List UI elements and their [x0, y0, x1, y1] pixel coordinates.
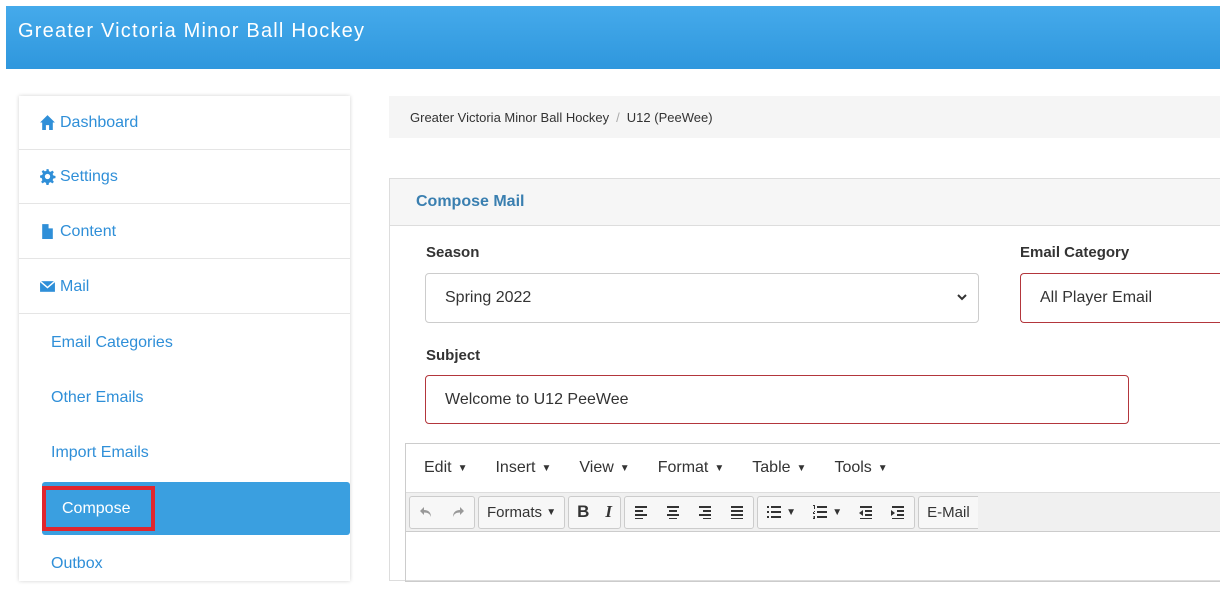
menu-label: Table: [752, 459, 791, 476]
menu-insert[interactable]: Insert ▼: [495, 459, 551, 477]
sidebar-subitem-compose[interactable]: Compose: [42, 482, 350, 535]
caret-down-icon: ▼: [832, 506, 843, 518]
align-justify-button[interactable]: [721, 497, 753, 528]
chevron-down-icon: [957, 294, 967, 301]
numbered-list-icon: [813, 505, 828, 519]
gear-icon: [40, 169, 56, 185]
sidebar-item-label: Content: [60, 222, 117, 240]
app-header: Greater Victoria Minor Ball Hockey: [6, 6, 1220, 69]
sidebar-subitem-import-emails[interactable]: Import Emails: [19, 425, 350, 480]
file-icon: [42, 224, 53, 239]
list-group: ▼ ▼: [757, 495, 916, 529]
align-left-icon: [635, 506, 647, 519]
subject-input-value: Welcome to U12 PeeWee: [445, 390, 629, 408]
menu-format[interactable]: Format ▼: [658, 459, 725, 477]
breadcrumb-item-team: U12 (PeeWee): [626, 109, 713, 125]
align-right-icon: [699, 506, 711, 519]
caret-down-icon: ▼: [714, 462, 725, 474]
outdent-icon: [859, 506, 873, 519]
caret-down-icon: ▼: [877, 462, 888, 474]
sidebar-subitem-email-categories[interactable]: Email Categories: [19, 315, 350, 370]
sidebar-subitem-other-emails[interactable]: Other Emails: [19, 370, 350, 425]
subject-input[interactable]: Welcome to U12 PeeWee: [425, 375, 1129, 424]
email-category-label: Email Category: [1020, 244, 1130, 261]
app-title: Greater Victoria Minor Ball Hockey: [18, 20, 366, 42]
caret-down-icon: ▼: [457, 462, 468, 474]
align-center-icon: [667, 506, 679, 519]
menu-label: Format: [657, 459, 709, 476]
panel-title: Compose Mail: [390, 179, 1220, 226]
compose-mail-panel: Compose Mail Season Spring 2022 Email Ca…: [389, 178, 1220, 582]
history-group: [409, 495, 475, 529]
sidebar-item-content[interactable]: Content: [19, 205, 350, 259]
sidebar-item-label: Dashboard: [60, 113, 139, 131]
season-select[interactable]: Spring 2022: [425, 273, 979, 323]
sidebar-item-label: Mail: [60, 277, 90, 295]
italic-button[interactable]: I: [597, 497, 620, 528]
rich-text-editor: Edit ▼ Insert ▼ View ▼ Format ▼ Table ▼ Tools…: [405, 443, 1220, 582]
envelope-icon: [39, 280, 56, 292]
formats-button[interactable]: Formats ▼: [479, 497, 564, 528]
subject-label: Subject: [426, 347, 481, 364]
menu-label: Edit: [424, 459, 452, 476]
undo-icon: [420, 507, 431, 517]
redo-icon: [453, 507, 464, 517]
menu-view[interactable]: View ▼: [579, 459, 629, 477]
menu-label: Insert: [495, 459, 536, 476]
menu-label: Tools: [834, 459, 872, 476]
align-right-button[interactable]: [689, 497, 721, 528]
text-style-group: B I: [568, 495, 621, 529]
home-icon: [40, 115, 55, 130]
undo-button[interactable]: [410, 497, 442, 528]
sidebar: Dashboard Settings Content Mail Email Ca…: [19, 96, 350, 581]
season-select-value: Spring 2022: [445, 289, 532, 306]
editor-toolbar: Formats ▼ B I ▼ ▼ E-Mail: [406, 492, 1220, 532]
alignment-group: [624, 495, 754, 529]
sidebar-subitem-label: Compose: [62, 499, 131, 517]
caret-down-icon: ▼: [786, 506, 797, 518]
email-category-select[interactable]: All Player Email: [1020, 273, 1220, 323]
season-label: Season: [426, 244, 480, 261]
indent-button[interactable]: [882, 497, 914, 528]
formats-label: Formats: [487, 503, 543, 521]
caret-down-icon: ▼: [541, 462, 552, 474]
caret-down-icon: ▼: [619, 462, 630, 474]
align-left-button[interactable]: [625, 497, 657, 528]
bold-button[interactable]: B: [569, 497, 597, 528]
bullet-list-icon: [767, 506, 781, 518]
align-center-button[interactable]: [657, 497, 689, 528]
email-group: E-Mail: [918, 495, 978, 529]
sidebar-item-dashboard[interactable]: Dashboard: [19, 96, 350, 150]
sidebar-item-label: Settings: [60, 167, 118, 185]
formats-dropdown[interactable]: Formats ▼: [478, 495, 566, 529]
caret-down-icon: ▼: [546, 506, 557, 518]
breadcrumb-separator: /: [616, 109, 620, 125]
numbered-list-button[interactable]: ▼: [804, 497, 850, 528]
menu-table[interactable]: Table ▼: [752, 459, 806, 477]
menu-label: View: [579, 459, 614, 476]
sidebar-item-settings[interactable]: Settings: [19, 150, 350, 204]
caret-down-icon: ▼: [796, 462, 807, 474]
sidebar-subitem-outbox[interactable]: Outbox: [19, 536, 350, 591]
breadcrumb-item-org[interactable]: Greater Victoria Minor Ball Hockey: [410, 110, 609, 125]
outdent-button[interactable]: [850, 497, 882, 528]
align-justify-icon: [731, 506, 743, 519]
indent-icon: [891, 506, 905, 519]
bullet-list-button[interactable]: ▼: [758, 497, 804, 528]
editor-menubar: Edit ▼ Insert ▼ View ▼ Format ▼ Table ▼ Tools…: [406, 444, 1220, 492]
editor-body[interactable]: [406, 532, 1220, 581]
email-category-value: All Player Email: [1040, 289, 1153, 306]
sidebar-item-mail[interactable]: Mail: [19, 260, 350, 314]
redo-button[interactable]: [442, 497, 474, 528]
email-button[interactable]: E-Mail: [919, 497, 978, 528]
menu-edit[interactable]: Edit ▼: [424, 459, 467, 477]
menu-tools[interactable]: Tools ▼: [834, 459, 887, 477]
breadcrumb: Greater Victoria Minor Ball Hockey / U12…: [389, 96, 1220, 138]
